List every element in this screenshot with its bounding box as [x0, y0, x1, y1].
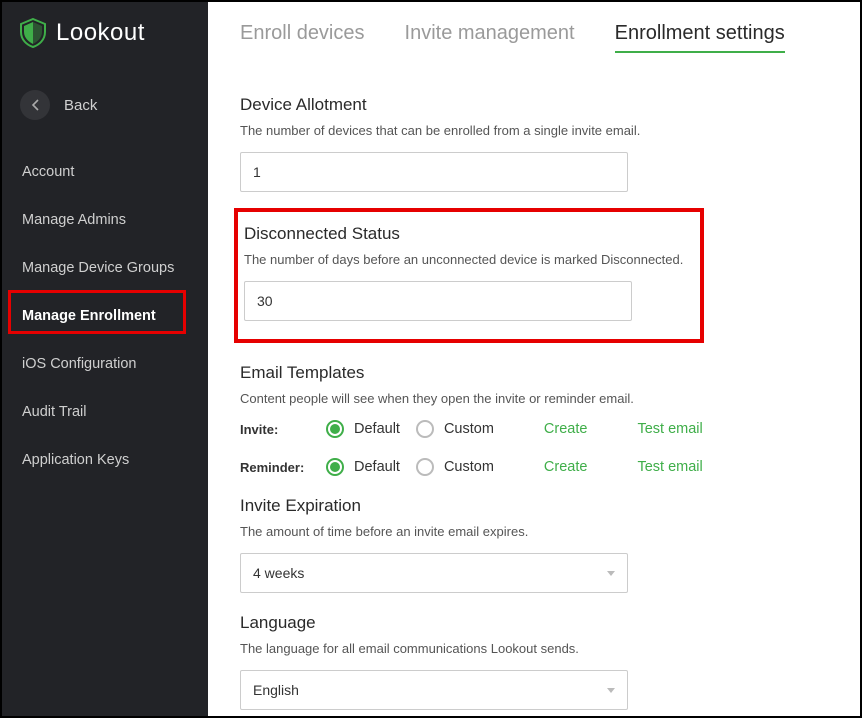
invite-radio-default[interactable]: [326, 420, 344, 438]
section-device-allotment: Device Allotment The number of devices t…: [240, 95, 828, 192]
sidebar-item-audit-trail[interactable]: Audit Trail: [2, 388, 208, 436]
tab-invite-management[interactable]: Invite management: [405, 22, 575, 53]
template-row-reminder: Reminder: Default Custom Create Test ema…: [240, 458, 828, 476]
sidebar-item-manage-enrollment[interactable]: Manage Enrollment: [2, 292, 208, 340]
sidebar-nav: Account Manage Admins Manage Device Grou…: [2, 148, 208, 484]
chevron-down-icon: [607, 571, 615, 576]
sidebar-item-manage-admins[interactable]: Manage Admins: [2, 196, 208, 244]
invite-expiration-desc: The amount of time before an invite emai…: [240, 524, 828, 539]
back-label: Back: [64, 97, 97, 114]
disconnected-days-input[interactable]: [244, 281, 632, 321]
tab-enroll-devices[interactable]: Enroll devices: [240, 22, 365, 53]
language-title: Language: [240, 613, 828, 633]
reminder-label: Reminder:: [240, 460, 310, 475]
shield-icon: [20, 18, 46, 48]
section-language: Language The language for all email comm…: [240, 613, 828, 710]
template-row-invite: Invite: Default Custom Create Test email: [240, 420, 828, 438]
reminder-radio-default[interactable]: [326, 458, 344, 476]
invite-label: Invite:: [240, 422, 310, 437]
chevron-left-icon: [20, 90, 50, 120]
invite-radio-default-label: Default: [354, 421, 400, 437]
tab-enrollment-settings[interactable]: Enrollment settings: [615, 22, 785, 53]
highlight-annotation-disconnected: Disconnected Status The number of days b…: [234, 208, 704, 343]
invite-expiration-value: 4 weeks: [253, 565, 304, 581]
reminder-radio-custom[interactable]: [416, 458, 434, 476]
chevron-down-icon: [607, 688, 615, 693]
section-invite-expiration: Invite Expiration The amount of time bef…: [240, 496, 828, 593]
reminder-radio-default-label: Default: [354, 459, 400, 475]
device-allotment-title: Device Allotment: [240, 95, 828, 115]
sidebar: Lookout Back Account Manage Admins Manag…: [2, 2, 208, 716]
sidebar-item-application-keys[interactable]: Application Keys: [2, 436, 208, 484]
sidebar-item-account[interactable]: Account: [2, 148, 208, 196]
invite-test-email-link[interactable]: Test email: [637, 421, 702, 437]
invite-create-link[interactable]: Create: [544, 421, 588, 437]
reminder-radio-custom-label: Custom: [444, 459, 494, 475]
disconnected-desc: The number of days before an unconnected…: [244, 252, 684, 267]
main-content: Enroll devices Invite management Enrollm…: [208, 2, 860, 716]
language-select[interactable]: English: [240, 670, 628, 710]
reminder-test-email-link[interactable]: Test email: [637, 459, 702, 475]
invite-radio-custom[interactable]: [416, 420, 434, 438]
section-email-templates: Email Templates Content people will see …: [240, 363, 828, 476]
language-desc: The language for all email communication…: [240, 641, 828, 656]
reminder-create-link[interactable]: Create: [544, 459, 588, 475]
email-templates-title: Email Templates: [240, 363, 828, 383]
invite-radio-custom-label: Custom: [444, 421, 494, 437]
app-root: Lookout Back Account Manage Admins Manag…: [2, 2, 860, 716]
email-templates-desc: Content people will see when they open t…: [240, 391, 828, 406]
device-allotment-input[interactable]: [240, 152, 628, 192]
disconnected-title: Disconnected Status: [244, 224, 684, 244]
invite-expiration-title: Invite Expiration: [240, 496, 828, 516]
device-allotment-desc: The number of devices that can be enroll…: [240, 123, 828, 138]
invite-expiration-select[interactable]: 4 weeks: [240, 553, 628, 593]
tab-bar: Enroll devices Invite management Enrollm…: [240, 2, 828, 75]
logo: Lookout: [2, 2, 208, 62]
language-value: English: [253, 682, 299, 698]
sidebar-item-ios-configuration[interactable]: iOS Configuration: [2, 340, 208, 388]
sidebar-item-manage-device-groups[interactable]: Manage Device Groups: [2, 244, 208, 292]
back-button[interactable]: Back: [2, 62, 208, 138]
brand-name: Lookout: [56, 19, 145, 47]
